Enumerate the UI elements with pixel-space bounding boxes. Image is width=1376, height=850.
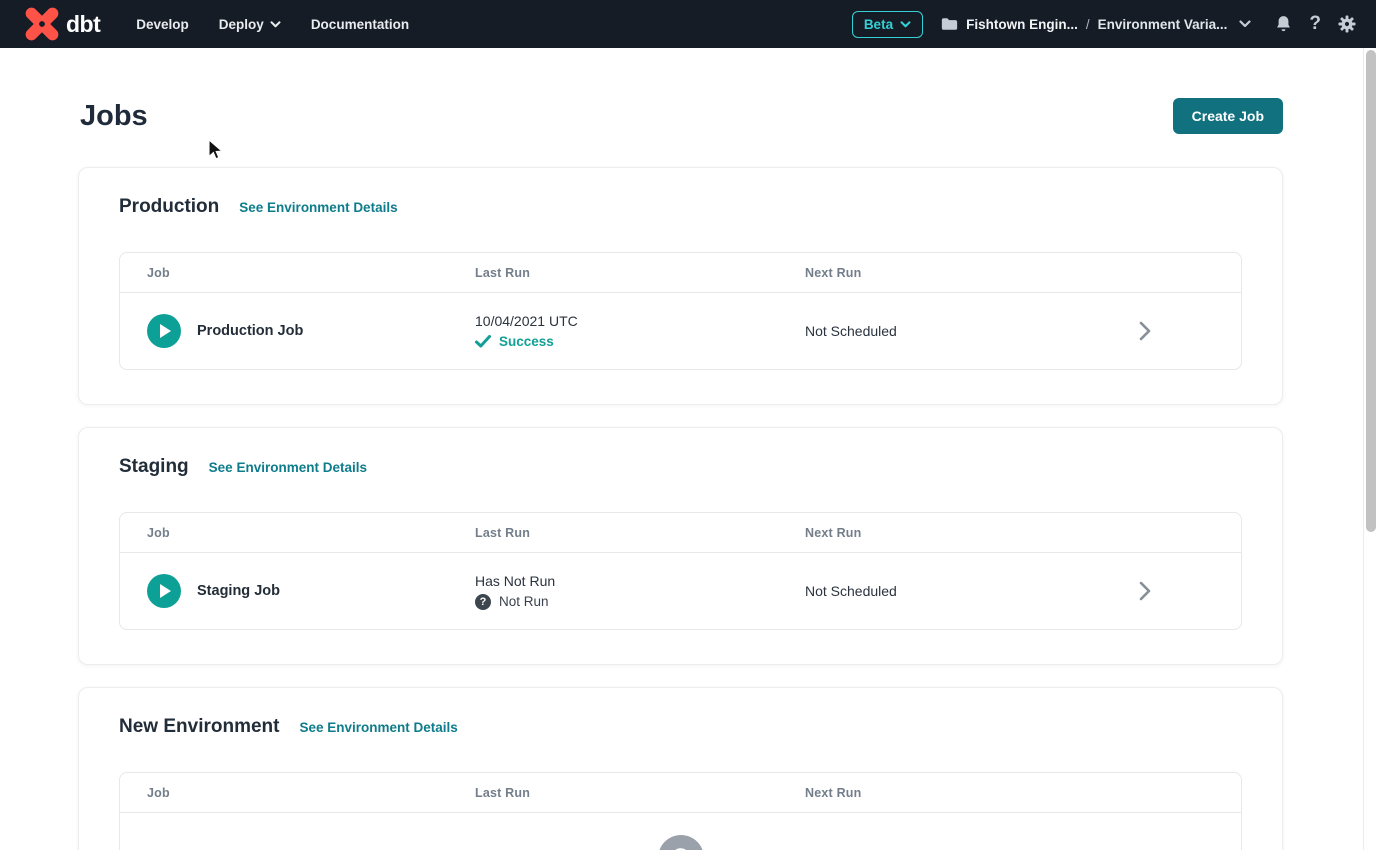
breadcrumb-project: Environment Varia... — [1098, 17, 1228, 32]
chevron-down-icon — [1239, 20, 1251, 28]
play-icon — [160, 584, 171, 598]
environment-name: Production — [119, 196, 219, 218]
page-title: Jobs — [80, 100, 148, 133]
last-run-date: 10/04/2021 UTC — [475, 313, 805, 329]
beta-dropdown[interactable]: Beta — [852, 11, 923, 38]
environment-card-new-environment: New Environment See Environment Details … — [78, 687, 1283, 850]
jobs-table-header: Job Last Run Next Run — [120, 253, 1241, 293]
job-row-production-job[interactable]: Production Job 10/04/2021 UTC Success No… — [120, 293, 1241, 369]
jobs-table: Job Last Run Next Run Staging Job Has No… — [119, 512, 1242, 630]
environment-card-staging: Staging See Environment Details Job Last… — [78, 427, 1283, 665]
column-header-last-run: Last Run — [475, 266, 805, 280]
main-content: Jobs Create Job Production See Environme… — [0, 98, 1376, 850]
chevron-right-icon[interactable] — [1139, 581, 1151, 601]
help-icon[interactable]: ? — [1309, 13, 1321, 35]
dbt-logo-icon — [24, 6, 60, 42]
play-icon — [160, 324, 171, 338]
nav-item-deploy[interactable]: Deploy — [219, 17, 281, 32]
jobs-table-header: Job Last Run Next Run — [120, 513, 1241, 553]
see-environment-details-link[interactable]: See Environment Details — [239, 200, 397, 215]
job-name: Staging Job — [197, 583, 280, 599]
top-nav: dbt Develop Deploy Documentation Beta Fi… — [0, 0, 1376, 48]
job-row-staging-job[interactable]: Staging Job Has Not Run ? Not Run Not Sc… — [120, 553, 1241, 629]
nav-item-documentation-label: Documentation — [311, 17, 409, 32]
scrollbar-track[interactable] — [1363, 48, 1376, 850]
next-run-value: Not Scheduled — [805, 583, 1214, 599]
gear-icon[interactable] — [1338, 15, 1356, 33]
success-check-icon — [475, 335, 491, 348]
brand-name: dbt — [66, 11, 100, 38]
column-header-next-run: Next Run — [805, 526, 1214, 540]
column-header-job: Job — [147, 266, 475, 280]
column-header-job: Job — [147, 526, 475, 540]
job-name: Production Job — [197, 323, 303, 339]
nav-item-develop[interactable]: Develop — [136, 17, 189, 32]
see-environment-details-link[interactable]: See Environment Details — [209, 460, 367, 475]
environment-card-production: Production See Environment Details Job L… — [78, 167, 1283, 405]
breadcrumb-separator: / — [1086, 17, 1090, 32]
scrollbar-thumb[interactable] — [1366, 50, 1376, 532]
dbt-logo[interactable]: dbt — [24, 6, 100, 42]
environment-name: Staging — [119, 456, 189, 478]
run-job-button[interactable] — [147, 574, 181, 608]
column-header-last-run: Last Run — [475, 526, 805, 540]
folder-icon — [941, 17, 958, 31]
nav-item-documentation[interactable]: Documentation — [311, 17, 409, 32]
run-job-button[interactable] — [147, 314, 181, 348]
column-header-next-run: Next Run — [805, 266, 1214, 280]
last-run-status: Not Run — [499, 594, 549, 609]
not-run-question-icon: ? — [475, 594, 491, 610]
next-run-value: Not Scheduled — [805, 323, 1214, 339]
chevron-down-icon — [270, 21, 281, 28]
empty-state-question-icon: ? — [658, 835, 704, 850]
chevron-right-icon[interactable] — [1139, 321, 1151, 341]
create-job-button[interactable]: Create Job — [1173, 98, 1283, 134]
see-environment-details-link[interactable]: See Environment Details — [299, 720, 457, 735]
empty-jobs-state: ? — [120, 813, 1241, 850]
column-header-job: Job — [147, 786, 475, 800]
notifications-bell-icon[interactable] — [1275, 15, 1292, 33]
last-run-status: Success — [499, 334, 554, 349]
column-header-last-run: Last Run — [475, 786, 805, 800]
nav-item-develop-label: Develop — [136, 17, 189, 32]
account-project-selector[interactable]: Fishtown Engin... / Environment Varia... — [941, 17, 1251, 32]
jobs-table: Job Last Run Next Run ? — [119, 772, 1242, 850]
column-header-next-run: Next Run — [805, 786, 1214, 800]
nav-item-deploy-label: Deploy — [219, 17, 264, 32]
jobs-table-header: Job Last Run Next Run — [120, 773, 1241, 813]
last-run-date: Has Not Run — [475, 573, 805, 589]
chevron-down-icon — [900, 21, 911, 28]
beta-label: Beta — [864, 17, 893, 32]
jobs-table: Job Last Run Next Run Production Job 10/… — [119, 252, 1242, 370]
environment-name: New Environment — [119, 716, 279, 738]
help-glyph: ? — [1309, 13, 1321, 35]
breadcrumb-account: Fishtown Engin... — [966, 17, 1078, 32]
